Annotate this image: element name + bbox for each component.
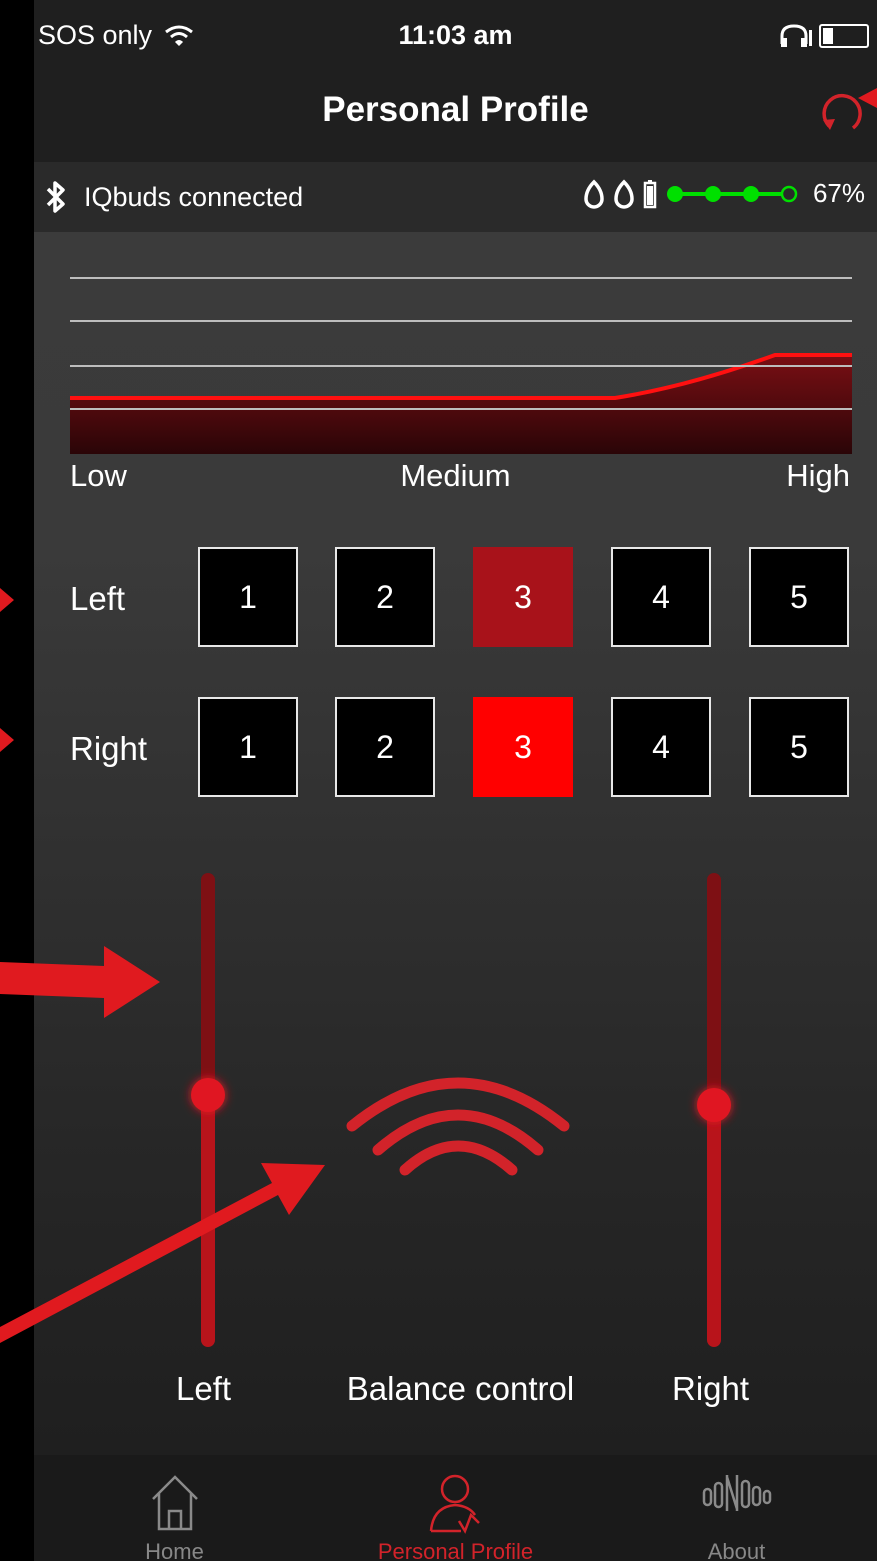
earbud-battery-icon bbox=[643, 179, 657, 208]
high-label: High bbox=[786, 458, 850, 493]
arrow-to-right-row bbox=[0, 728, 14, 752]
right-earbud-icon bbox=[614, 179, 634, 209]
right-level-5-button[interactable]: 5 bbox=[749, 697, 849, 797]
tab-home[interactable]: Home bbox=[34, 1455, 315, 1561]
left-balance-slider[interactable] bbox=[178, 860, 238, 1360]
arrow-to-left-row bbox=[0, 588, 14, 612]
bluetooth-icon bbox=[46, 181, 65, 213]
right-level-4-button[interactable]: 4 bbox=[611, 697, 711, 797]
battery-percent: 67% bbox=[812, 178, 865, 208]
left-level-1-button[interactable]: 1 bbox=[198, 547, 298, 647]
right-level-1-button[interactable]: 1 bbox=[198, 697, 298, 797]
left-earbud-icon bbox=[584, 179, 604, 209]
tab-personal-profile-label: Personal Profile bbox=[377, 1539, 534, 1561]
right-slider-thumb[interactable] bbox=[697, 1088, 731, 1122]
left-level-4-button[interactable]: 4 bbox=[611, 547, 711, 647]
balance-control-label: Balance control bbox=[346, 1370, 575, 1407]
hearing-profile-chart bbox=[70, 277, 852, 454]
balance-right-label: Right bbox=[672, 1370, 750, 1407]
left-row-label: Left bbox=[70, 580, 126, 617]
left-level-3-button[interactable]: 3 bbox=[473, 547, 573, 647]
connection-label: IQbuds connected bbox=[84, 182, 304, 212]
tab-about-label: About bbox=[707, 1539, 766, 1561]
connection-status-bar: IQbuds connected 67% bbox=[34, 162, 877, 232]
tab-bar: Home Personal Profile About bbox=[34, 1455, 877, 1561]
status-icons bbox=[779, 24, 869, 48]
clock: 11:03 am bbox=[398, 20, 513, 50]
tab-home-label: Home bbox=[145, 1539, 204, 1561]
left-level-5-button[interactable]: 5 bbox=[749, 547, 849, 647]
right-level-3-button[interactable]: 3 bbox=[473, 697, 573, 797]
medium-label: Medium bbox=[400, 458, 511, 493]
phone-battery-icon bbox=[819, 24, 869, 48]
status-bar: SOS only 11:03 am bbox=[34, 0, 877, 70]
left-level-2-button[interactable]: 2 bbox=[335, 547, 435, 647]
tab-about[interactable]: About bbox=[596, 1455, 877, 1561]
earbud-indicators: 67% bbox=[583, 178, 865, 209]
battery-level-dots bbox=[666, 185, 798, 202]
left-slider-thumb[interactable] bbox=[191, 1078, 225, 1112]
headphones-icon bbox=[780, 24, 812, 47]
home-icon bbox=[151, 1475, 198, 1531]
reset-icon[interactable] bbox=[813, 86, 867, 140]
page-title: Personal Profile bbox=[322, 90, 589, 129]
app-screen: SOS only 11:03 am Personal Profile IQbud… bbox=[34, 0, 877, 1561]
profile-icon bbox=[429, 1474, 480, 1534]
navigation-bar: Personal Profile bbox=[34, 70, 877, 162]
about-icon bbox=[702, 1475, 771, 1511]
tab-personal-profile[interactable]: Personal Profile bbox=[315, 1455, 596, 1561]
right-balance-slider[interactable] bbox=[684, 860, 744, 1360]
right-level-2-button[interactable]: 2 bbox=[335, 697, 435, 797]
right-row-label: Right bbox=[70, 730, 148, 767]
balance-control-icon[interactable] bbox=[340, 1070, 576, 1180]
